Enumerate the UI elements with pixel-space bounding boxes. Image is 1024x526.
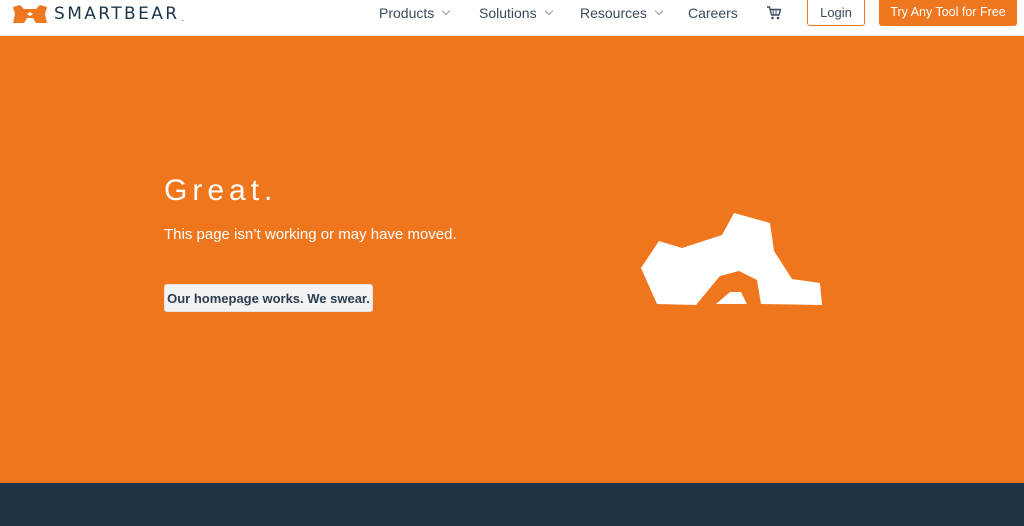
site-header: SMARTBEAR . Products Solutions Resources… bbox=[0, 0, 1024, 36]
error-hero: Great. This page isn’t working or may ha… bbox=[0, 36, 1024, 483]
smartbear-logo[interactable]: SMARTBEAR . bbox=[12, 2, 184, 26]
page-title: Great. bbox=[164, 174, 278, 207]
chevron-down-icon bbox=[654, 6, 664, 16]
bear-logo-icon bbox=[13, 5, 47, 23]
nav-resources-label: Resources bbox=[580, 5, 647, 21]
nav-solutions-label: Solutions bbox=[479, 5, 537, 21]
try-free-button[interactable]: Try Any Tool for Free bbox=[879, 0, 1017, 26]
homepage-button[interactable]: Our homepage works. We swear. bbox=[164, 284, 373, 312]
site-footer bbox=[0, 483, 1024, 526]
chevron-down-icon bbox=[544, 6, 553, 16]
nav-resources[interactable]: Resources bbox=[580, 0, 664, 26]
brand-name: SMARTBEAR bbox=[54, 4, 180, 24]
nav-products[interactable]: Products bbox=[379, 0, 451, 26]
login-button[interactable]: Login bbox=[807, 0, 865, 26]
error-message: This page isn’t working or may have move… bbox=[164, 226, 457, 243]
nav-careers-label: Careers bbox=[688, 5, 738, 21]
brand-mark: . bbox=[181, 13, 185, 23]
broken-bear-icon bbox=[641, 213, 822, 305]
nav-careers[interactable]: Careers bbox=[688, 0, 738, 26]
chevron-down-icon bbox=[442, 6, 451, 16]
nav-products-label: Products bbox=[379, 5, 435, 21]
nav-solutions[interactable]: Solutions bbox=[479, 0, 553, 26]
cart-icon[interactable] bbox=[766, 5, 782, 21]
